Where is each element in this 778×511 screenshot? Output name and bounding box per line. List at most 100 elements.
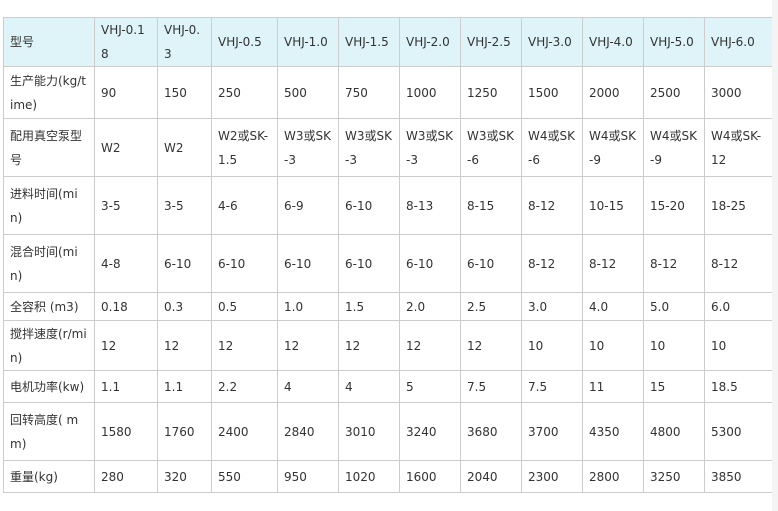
row-label-cell: 搅拌速度(r/min) [3, 320, 95, 371]
header-model-cell: VHJ-2.0 [399, 17, 461, 67]
value-cell: 550 [211, 460, 278, 493]
value-cell: 4800 [643, 402, 705, 461]
value-cell: 3850 [704, 460, 773, 493]
value-cell: 90 [94, 66, 158, 119]
value-cell: 6-10 [338, 234, 400, 293]
value-cell: 1000 [399, 66, 461, 119]
row-label-cell: 回转高度( mm) [3, 402, 95, 461]
table-row: 电机功率(kw) 1.1 1.1 2.2 4 4 5 7.5 7.5 11 15 18.5 [3, 370, 773, 403]
value-cell: 6-10 [211, 234, 278, 293]
value-cell: 2500 [643, 66, 705, 119]
value-cell: 10 [704, 320, 773, 371]
value-cell: 12 [94, 320, 158, 371]
value-cell: 4 [277, 370, 339, 403]
value-cell: 2000 [582, 66, 644, 119]
value-cell: 10-15 [582, 176, 644, 235]
value-cell: 2300 [521, 460, 583, 493]
row-label-cell: 生产能力(kg/time) [3, 66, 95, 119]
value-cell: 6-10 [277, 234, 339, 293]
header-label-cell: 型号 [3, 17, 95, 67]
header-model-cell: VHJ-0.5 [211, 17, 278, 67]
value-cell: 6.0 [704, 292, 773, 321]
spec-table: 型号 VHJ-0.18 VHJ-0.3 VHJ-0.5 VHJ-1.0 VHJ-1.5 VH… [3, 17, 773, 493]
value-cell: W2 [94, 118, 158, 177]
value-cell: 10 [582, 320, 644, 371]
row-label-cell: 混合时间(min) [3, 234, 95, 293]
header-model-cell: VHJ-3.0 [521, 17, 583, 67]
value-cell: 500 [277, 66, 339, 119]
row-label-cell: 重量(kg) [3, 460, 95, 493]
value-cell: 3680 [460, 402, 522, 461]
header-model-cell: VHJ-1.5 [338, 17, 400, 67]
value-cell: 3240 [399, 402, 461, 461]
value-cell: 6-9 [277, 176, 339, 235]
value-cell: W4或SK-12 [704, 118, 773, 177]
value-cell: 0.5 [211, 292, 278, 321]
header-model-cell: VHJ-4.0 [582, 17, 644, 67]
table-row: 配用真空泵型号 W2 W2 W2或SK-1.5 W3或SK-3 W3或SK-3 W3或SK-… [3, 118, 773, 177]
value-cell: 1.5 [338, 292, 400, 321]
value-cell: 3.0 [521, 292, 583, 321]
value-cell: 280 [94, 460, 158, 493]
value-cell: 15-20 [643, 176, 705, 235]
value-cell: 8-12 [582, 234, 644, 293]
value-cell: 10 [643, 320, 705, 371]
value-cell: 4 [338, 370, 400, 403]
header-model-cell: VHJ-1.0 [277, 17, 339, 67]
value-cell: 1600 [399, 460, 461, 493]
value-cell: W3或SK-6 [460, 118, 522, 177]
value-cell: 3250 [643, 460, 705, 493]
table-body: 生产能力(kg/time) 90 150 250 500 750 1000 1250 1500 2… [3, 66, 773, 493]
value-cell: 6-10 [460, 234, 522, 293]
value-cell: 12 [157, 320, 212, 371]
scrollbar-track[interactable] [772, 0, 778, 511]
value-cell: 18-25 [704, 176, 773, 235]
value-cell: 1020 [338, 460, 400, 493]
value-cell: 3-5 [157, 176, 212, 235]
row-label-cell: 进料时间(min) [3, 176, 95, 235]
table-row: 生产能力(kg/time) 90 150 250 500 750 1000 1250 1500 2… [3, 66, 773, 119]
value-cell: 2800 [582, 460, 644, 493]
value-cell: 250 [211, 66, 278, 119]
value-cell: 5 [399, 370, 461, 403]
value-cell: 15 [643, 370, 705, 403]
header-model-cell: VHJ-0.18 [94, 17, 158, 67]
header-model-cell: VHJ-2.5 [460, 17, 522, 67]
value-cell: 1.0 [277, 292, 339, 321]
value-cell: 1500 [521, 66, 583, 119]
value-cell: W3或SK-3 [277, 118, 339, 177]
value-cell: 18.5 [704, 370, 773, 403]
value-cell: 6-10 [399, 234, 461, 293]
value-cell: 1.1 [94, 370, 158, 403]
value-cell: 7.5 [521, 370, 583, 403]
value-cell: 11 [582, 370, 644, 403]
value-cell: 3000 [704, 66, 773, 119]
value-cell: 7.5 [460, 370, 522, 403]
value-cell: 8-12 [521, 234, 583, 293]
value-cell: 2.5 [460, 292, 522, 321]
row-label-cell: 全容积 (m3) [3, 292, 95, 321]
table-row: 混合时间(min) 4-8 6-10 6-10 6-10 6-10 6-10 6-10 8-12… [3, 234, 773, 293]
value-cell: 950 [277, 460, 339, 493]
value-cell: 12 [211, 320, 278, 371]
value-cell: 1250 [460, 66, 522, 119]
value-cell: 2400 [211, 402, 278, 461]
value-cell: 8-12 [704, 234, 773, 293]
value-cell: 4.0 [582, 292, 644, 321]
value-cell: 2.2 [211, 370, 278, 403]
value-cell: 8-15 [460, 176, 522, 235]
value-cell: 750 [338, 66, 400, 119]
table-row: 进料时间(min) 3-5 3-5 4-6 6-9 6-10 8-13 8-15 8-12 10-… [3, 176, 773, 235]
table-row: 回转高度( mm) 1580 1760 2400 2840 3010 3240 3680 370… [3, 402, 773, 461]
value-cell: 12 [399, 320, 461, 371]
value-cell: 3700 [521, 402, 583, 461]
value-cell: 320 [157, 460, 212, 493]
table-row: 搅拌速度(r/min) 12 12 12 12 12 12 12 10 10 10 10 [3, 320, 773, 371]
value-cell: 1.1 [157, 370, 212, 403]
value-cell: 1580 [94, 402, 158, 461]
value-cell: 10 [521, 320, 583, 371]
value-cell: 2840 [277, 402, 339, 461]
value-cell: 12 [460, 320, 522, 371]
value-cell: 0.3 [157, 292, 212, 321]
value-cell: W2或SK-1.5 [211, 118, 278, 177]
